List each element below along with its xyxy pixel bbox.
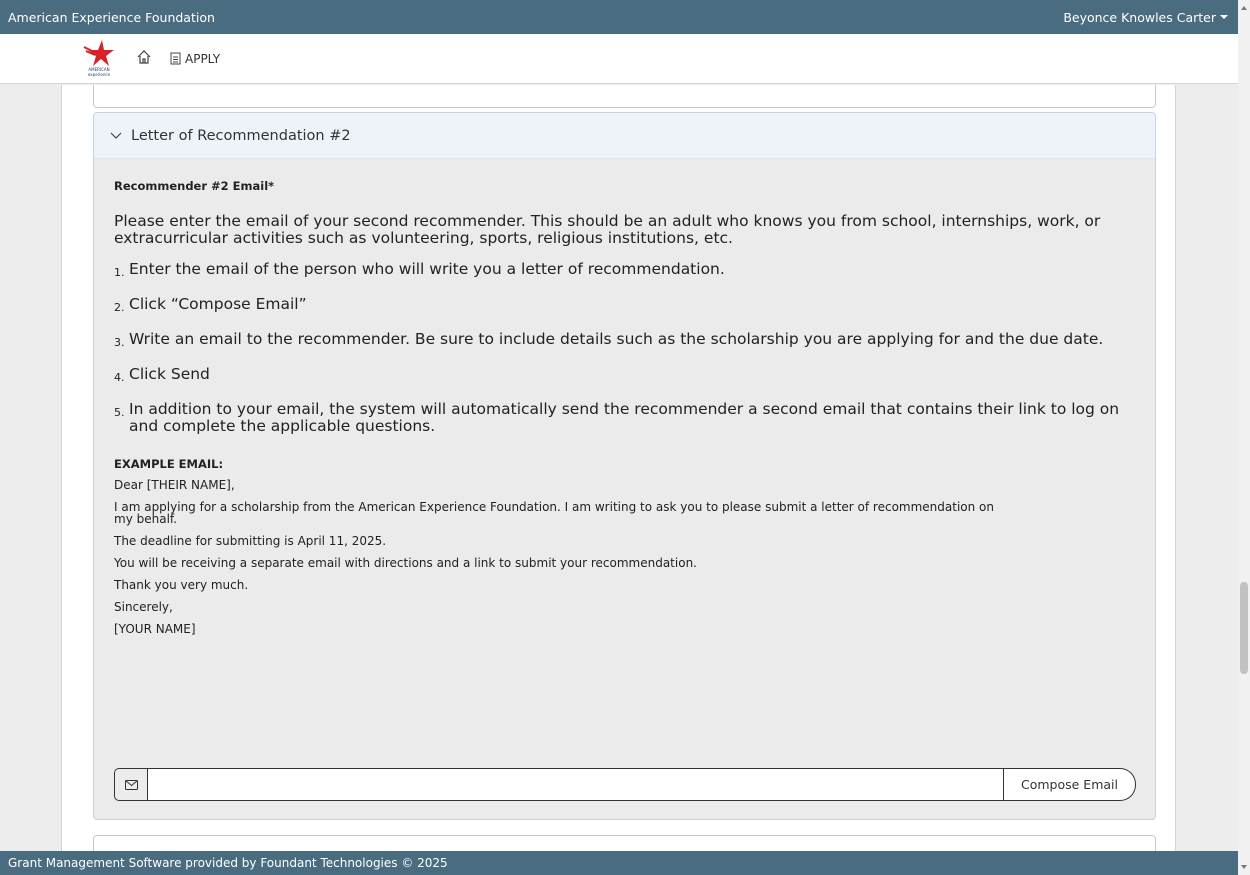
example-email-line: I am applying for a scholarship from the… (114, 500, 995, 526)
recommender-email-group: Compose Email (114, 768, 1136, 801)
user-name: Beyonce Knowles Carter (1063, 9, 1216, 25)
scrollbar-thumb[interactable] (1240, 582, 1248, 674)
nav-apply-link[interactable]: APPLY (170, 52, 220, 66)
instruction-steps: 1. Enter the email of the person who will… (114, 261, 1135, 435)
page-scrollbar[interactable] (1238, 0, 1250, 875)
example-email-line: You will be receiving a separate email w… (114, 556, 697, 570)
nav-bar: AMERICAN experience APPLY (0, 34, 1238, 84)
step-item: 5. In addition to your email, the system … (114, 400, 1120, 435)
example-email-line: [YOUR NAME] (114, 622, 196, 636)
document-icon (170, 52, 181, 65)
panel-body: Recommender #2 Email* Please enter the e… (94, 159, 1155, 635)
compose-email-button[interactable]: Compose Email (1004, 768, 1136, 801)
step-item: 3. Write an email to the recommender. Be … (114, 330, 1104, 350)
example-heading: EXAMPLE EMAIL: (114, 457, 224, 471)
recommendation-panel: Letter of Recommendation #2 Recommender … (93, 112, 1156, 820)
previous-panel (93, 85, 1156, 108)
example-email-line: Sincerely, (114, 600, 173, 614)
panel-title: Letter of Recommendation #2 (131, 127, 351, 144)
main-content: Letter of Recommendation #2 Recommender … (0, 85, 1238, 865)
chevron-down-icon (110, 132, 122, 139)
scroll-up-icon[interactable] (1241, 6, 1247, 10)
intro-text: Please enter the email of your second re… (114, 212, 1101, 247)
top-bar: American Experience Foundation Beyonce K… (0, 0, 1238, 34)
nav-apply-label: APPLY (185, 51, 221, 66)
footer-text: Grant Management Software provided by Fo… (8, 856, 448, 870)
panel-header[interactable]: Letter of Recommendation #2 (94, 113, 1155, 159)
example-email-line: Dear [THEIR NAME], (114, 478, 235, 492)
scroll-down-icon[interactable] (1241, 865, 1247, 869)
foundation-logo[interactable]: AMERICAN experience (80, 39, 118, 79)
step-item: 2. Click “Compose Email” (114, 295, 307, 315)
step-item: 1. Enter the email of the person who will… (114, 260, 725, 280)
home-icon[interactable] (136, 49, 152, 69)
caret-down-icon (1220, 15, 1228, 19)
envelope-icon (114, 768, 147, 801)
star-logo-icon (83, 39, 114, 66)
org-name: American Experience Foundation (8, 9, 215, 25)
user-menu[interactable]: Beyonce Knowles Carter (1063, 10, 1228, 25)
example-email-line: Thank you very much. (114, 578, 249, 592)
field-label: Recommender #2 Email* (114, 179, 275, 193)
example-email-line: The deadline for submitting is April 11,… (114, 534, 387, 548)
footer: Grant Management Software provided by Fo… (0, 851, 1238, 875)
step-item: 4. Click Send (114, 365, 210, 385)
recommender-email-input[interactable] (147, 768, 1004, 801)
logo-subtext: experience (87, 71, 111, 77)
